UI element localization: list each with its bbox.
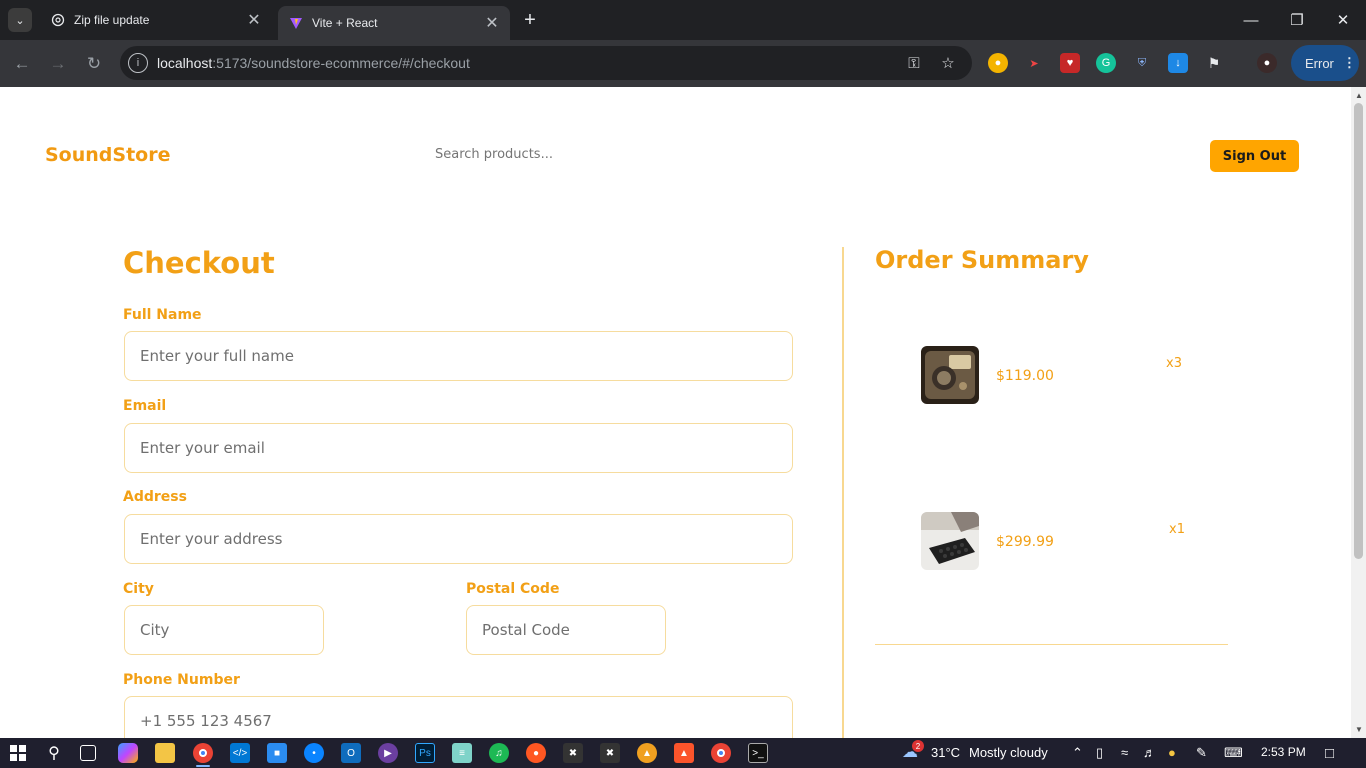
close-tab-icon[interactable]: ✕ bbox=[244, 10, 264, 30]
brave-icon[interactable]: ▲ bbox=[674, 743, 694, 763]
pen-icon[interactable]: ✎ bbox=[1196, 745, 1207, 761]
scroll-up-arrow-icon[interactable]: ▲ bbox=[1355, 91, 1363, 100]
back-arrow-icon[interactable]: ← bbox=[8, 50, 36, 78]
email-field[interactable] bbox=[124, 423, 793, 473]
extension-emoji-icon[interactable]: ● bbox=[988, 53, 1008, 73]
media-player-icon[interactable]: ▶ bbox=[378, 743, 398, 763]
tab-title: Zip file update bbox=[74, 13, 150, 27]
close-window-icon[interactable]: ✕ bbox=[1320, 0, 1366, 40]
full-name-label: Full Name bbox=[123, 307, 202, 323]
full-name-field[interactable] bbox=[124, 331, 793, 381]
scrollbar-thumb[interactable] bbox=[1354, 103, 1363, 559]
browser-tab-vite-react[interactable]: Vite + React ✕ bbox=[278, 6, 510, 40]
city-label: City bbox=[123, 581, 154, 597]
address-field[interactable] bbox=[124, 514, 793, 564]
address-label: Address bbox=[123, 489, 187, 505]
search-icon[interactable]: ⚲ bbox=[44, 743, 64, 763]
browser-tab-bar: ⌄ Zip file update ✕ Vite + React ✕ + — ❐… bbox=[0, 0, 1366, 40]
bluetooth-icon[interactable]: • bbox=[304, 743, 324, 763]
email-label: Email bbox=[123, 398, 167, 414]
notepad-icon[interactable]: ≡ bbox=[452, 743, 472, 763]
browser-toolbar: ← → ↻ i localhost:5173/soundstore-ecomme… bbox=[0, 40, 1366, 87]
item-price: $119.00 bbox=[996, 368, 1054, 384]
active-app-indicator bbox=[196, 765, 210, 767]
page-viewport: SoundStore Sign Out Checkout Full Name E… bbox=[0, 87, 1351, 738]
error-button[interactable]: Error ⋮ bbox=[1291, 45, 1359, 81]
file-explorer-icon[interactable] bbox=[155, 743, 175, 763]
address-bar[interactable]: i localhost:5173/soundstore-ecommerce/#/… bbox=[120, 46, 972, 80]
new-tab-plus-icon[interactable]: + bbox=[518, 8, 542, 32]
sign-out-button[interactable]: Sign Out bbox=[1210, 140, 1299, 172]
restore-icon[interactable]: ❐ bbox=[1274, 0, 1320, 40]
phone-label: Phone Number bbox=[123, 672, 240, 688]
weather-badge: 2 bbox=[912, 740, 924, 752]
show-hidden-icons-chevron-icon[interactable]: ⌃ bbox=[1072, 745, 1083, 761]
forward-arrow-icon[interactable]: → bbox=[44, 50, 72, 78]
extension-bug-icon[interactable]: ♥ bbox=[1060, 53, 1080, 73]
download-manager-icon[interactable]: ↓ bbox=[1168, 53, 1188, 73]
item-quantity: x3 bbox=[1166, 356, 1182, 371]
tray-app-icon[interactable]: ● bbox=[1168, 745, 1176, 760]
capcut-alt-icon[interactable]: ✖ bbox=[600, 743, 620, 763]
page-title: Checkout bbox=[123, 246, 275, 280]
extensions-puzzle-icon[interactable]: ⚑ bbox=[1204, 53, 1224, 73]
password-key-icon[interactable]: ⚿ bbox=[904, 53, 924, 73]
summary-divider bbox=[875, 644, 1228, 645]
openai-icon bbox=[50, 12, 66, 28]
chrome-icon[interactable] bbox=[193, 743, 213, 763]
scroll-down-arrow-icon[interactable]: ▼ bbox=[1355, 725, 1363, 734]
app-icon[interactable]: ● bbox=[526, 743, 546, 763]
task-view-icon[interactable] bbox=[80, 745, 96, 761]
wifi-icon[interactable]: ≈ bbox=[1121, 745, 1128, 760]
clock-time[interactable]: 2:53 PM bbox=[1261, 745, 1306, 759]
browser-tab-zip-file-update[interactable]: Zip file update ✕ bbox=[40, 0, 272, 40]
product-image-vintage-meter[interactable] bbox=[921, 346, 979, 404]
minimize-icon[interactable]: — bbox=[1228, 0, 1274, 40]
product-image-mixer-pad[interactable] bbox=[921, 512, 979, 570]
city-field[interactable] bbox=[124, 605, 324, 655]
headphones-app-icon[interactable]: ♫ bbox=[489, 743, 509, 763]
windows-start-icon[interactable] bbox=[8, 743, 28, 763]
search-input[interactable] bbox=[435, 147, 795, 162]
terminal-icon[interactable]: >_ bbox=[748, 743, 768, 763]
phone-field[interactable] bbox=[124, 696, 793, 738]
tab-title: Vite + React bbox=[312, 16, 378, 30]
copilot-icon[interactable] bbox=[118, 743, 138, 763]
postal-code-field[interactable] bbox=[466, 605, 666, 655]
item-price: $299.99 bbox=[996, 534, 1054, 550]
close-tab-icon[interactable]: ✕ bbox=[482, 13, 502, 33]
app-shield-icon[interactable]: ▲ bbox=[637, 743, 657, 763]
notification-icon[interactable]: □ bbox=[1325, 745, 1334, 762]
chrome-alt-icon[interactable] bbox=[711, 743, 731, 763]
shield-icon[interactable]: ⛨ bbox=[1132, 53, 1152, 73]
keyboard-icon[interactable]: ⌨ bbox=[1224, 745, 1243, 761]
extension-rocket-icon[interactable]: ➤ bbox=[1024, 53, 1044, 73]
site-info-icon[interactable]: i bbox=[128, 53, 148, 73]
microsoft-store-icon[interactable]: ■ bbox=[267, 743, 287, 763]
reload-icon[interactable]: ↻ bbox=[80, 50, 108, 78]
profile-avatar[interactable]: ● bbox=[1257, 53, 1277, 73]
bookmark-star-icon[interactable]: ☆ bbox=[938, 53, 958, 73]
order-summary-title: Order Summary bbox=[875, 246, 1089, 274]
vite-icon bbox=[288, 15, 304, 31]
section-divider bbox=[842, 247, 844, 738]
windows-taskbar: ⚲ </> ■ • O ▶ Ps ≡ ♫ ● ✖ ✖ ▲ ▲ >_ ☁ 2 31… bbox=[0, 738, 1366, 768]
item-quantity: x1 bbox=[1169, 522, 1185, 537]
capcut-icon[interactable]: ✖ bbox=[563, 743, 583, 763]
outlook-icon[interactable]: O bbox=[341, 743, 361, 763]
brand-logo[interactable]: SoundStore bbox=[45, 144, 170, 166]
url-text[interactable]: localhost:5173/soundstore-ecommerce/#/ch… bbox=[157, 55, 470, 71]
grammarly-icon[interactable]: G bbox=[1096, 53, 1116, 73]
photoshop-icon[interactable]: Ps bbox=[415, 743, 435, 763]
tab-search-chevron-icon[interactable]: ⌄ bbox=[8, 8, 32, 32]
volume-icon[interactable]: ♬ bbox=[1143, 745, 1156, 760]
vscode-icon[interactable]: </> bbox=[230, 743, 250, 763]
battery-icon[interactable]: ▯ bbox=[1096, 745, 1103, 761]
page-scrollbar[interactable]: ▲ ▼ bbox=[1351, 87, 1366, 738]
postal-code-label: Postal Code bbox=[466, 581, 560, 597]
weather-temperature[interactable]: 31°C bbox=[931, 745, 960, 760]
weather-description[interactable]: Mostly cloudy bbox=[969, 745, 1048, 760]
more-menu-icon[interactable]: ⋮ bbox=[1343, 55, 1356, 71]
